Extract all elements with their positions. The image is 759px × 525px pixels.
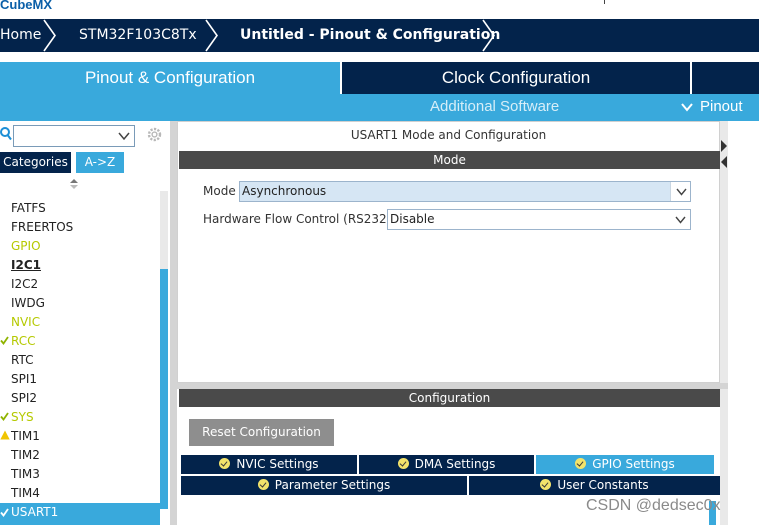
scrollbar-thumb[interactable] <box>160 269 168 509</box>
list-item-tim2[interactable]: TIM2 <box>11 448 40 462</box>
tab-dma-settings-label: DMA Settings <box>414 457 496 471</box>
flow-control-label: Hardware Flow Control (RS232) <box>203 212 392 226</box>
check-circle-icon <box>219 458 231 469</box>
chevron-right-icon <box>43 19 56 52</box>
list-item-tim1[interactable]: TIM1 <box>11 429 40 443</box>
chevron-down-icon[interactable] <box>118 132 130 141</box>
chevron-right-icon <box>205 19 218 52</box>
gear-icon[interactable] <box>146 126 163 143</box>
tab-dma-settings[interactable]: DMA Settings <box>359 455 534 474</box>
mode-select-button[interactable] <box>670 182 690 201</box>
check-circle-icon <box>575 458 587 469</box>
mode-header: Mode <box>179 151 720 169</box>
left-panel: Categories A->Z FATFS FREERTOS GPIO I2C1… <box>0 121 170 525</box>
list-item-iwdg[interactable]: IWDG <box>11 296 45 310</box>
tab-pinout-configuration[interactable]: Pinout & Configuration <box>0 62 340 94</box>
check-icon <box>0 412 9 421</box>
breadcrumb: Home STM32F103C8Tx Untitled - Pinout & C… <box>0 19 759 52</box>
list-item-i2c1[interactable]: I2C1 <box>11 258 41 272</box>
triangle-left-icon[interactable] <box>720 155 728 169</box>
tab-gpio-settings-label: GPIO Settings <box>592 457 675 471</box>
chevron-down-icon <box>676 188 687 196</box>
search-input[interactable] <box>13 125 135 147</box>
right-panel: USART1 Mode and Configuration Mode Mode … <box>177 121 759 525</box>
list-item-rtc[interactable]: RTC <box>11 353 33 367</box>
tab-nvic-settings[interactable]: NVIC Settings <box>181 455 357 474</box>
tab-gpio-settings[interactable]: GPIO Settings <box>536 455 714 474</box>
check-circle-icon <box>540 479 552 490</box>
tab-more[interactable] <box>692 62 759 94</box>
top-divider <box>604 0 605 4</box>
panel-splitter[interactable] <box>170 121 177 525</box>
breadcrumb-current[interactable]: Untitled - Pinout & Configuration <box>240 19 500 52</box>
warning-icon <box>0 430 10 440</box>
additional-software-link[interactable]: Additional Software <box>430 98 559 115</box>
search-icon[interactable] <box>0 127 12 141</box>
list-item-freertos[interactable]: FREERTOS <box>11 220 73 234</box>
main-tab-bar: Pinout & Configuration Clock Configurati… <box>0 60 759 94</box>
check-circle-icon <box>257 479 269 490</box>
tab-a-z[interactable]: A->Z <box>76 152 124 173</box>
chevron-down-icon[interactable] <box>681 102 693 112</box>
list-item-gpio[interactable]: GPIO <box>11 239 41 253</box>
sort-icon[interactable] <box>69 178 79 190</box>
chevron-down-icon <box>675 216 686 224</box>
config-scroll-strip[interactable] <box>720 389 728 525</box>
pinout-menu[interactable]: Pinout <box>700 98 743 115</box>
flow-control-select[interactable]: Disable <box>387 209 691 230</box>
list-item-spi2[interactable]: SPI2 <box>11 391 37 405</box>
list-item-tim4[interactable]: TIM4 <box>11 486 40 500</box>
list-item-usart1[interactable]: USART1 <box>11 505 58 519</box>
list-item-i2c2[interactable]: I2C2 <box>11 277 38 291</box>
panel-title: USART1 Mode and Configuration <box>350 128 547 142</box>
reset-configuration-button[interactable]: Reset Configuration <box>189 419 334 446</box>
tab-parameter-settings-label: Parameter Settings <box>274 478 391 492</box>
breadcrumb-home[interactable]: Home <box>0 19 41 52</box>
tab-parameter-settings[interactable]: Parameter Settings <box>181 476 467 495</box>
configuration-header: Configuration <box>179 389 720 407</box>
list-item-sys[interactable]: SYS <box>11 410 34 424</box>
list-item-rcc[interactable]: RCC <box>11 334 36 348</box>
check-icon <box>0 508 9 517</box>
check-circle-icon <box>397 458 409 469</box>
mode-select[interactable]: Asynchronous <box>239 181 691 202</box>
tab-categories[interactable]: Categories <box>0 152 71 173</box>
check-icon <box>0 336 9 345</box>
list-item-tim3[interactable]: TIM3 <box>11 467 40 481</box>
flow-control-value: Disable <box>390 212 435 226</box>
sub-toolbar: Additional Software Pinout <box>0 94 759 121</box>
tab-user-constants-label: User Constants <box>557 478 649 492</box>
tab-user-constants[interactable]: User Constants <box>469 476 720 495</box>
mode-label: Mode <box>203 184 236 198</box>
tab-nvic-settings-label: NVIC Settings <box>236 457 319 471</box>
list-item-nvic[interactable]: NVIC <box>11 315 40 329</box>
breadcrumb-mcu[interactable]: STM32F103C8Tx <box>79 19 197 52</box>
list-item-spi1[interactable]: SPI1 <box>11 372 37 386</box>
mode-select-value: Asynchronous <box>242 184 327 198</box>
triangle-right-icon[interactable] <box>720 139 728 153</box>
list-item-fatfs[interactable]: FATFS <box>11 201 46 215</box>
app-logo: CubeMX <box>0 0 52 12</box>
tab-clock-configuration[interactable]: Clock Configuration <box>342 62 690 94</box>
watermark: CSDN @dedsec0x <box>586 497 721 514</box>
chevron-right-icon <box>482 19 495 52</box>
